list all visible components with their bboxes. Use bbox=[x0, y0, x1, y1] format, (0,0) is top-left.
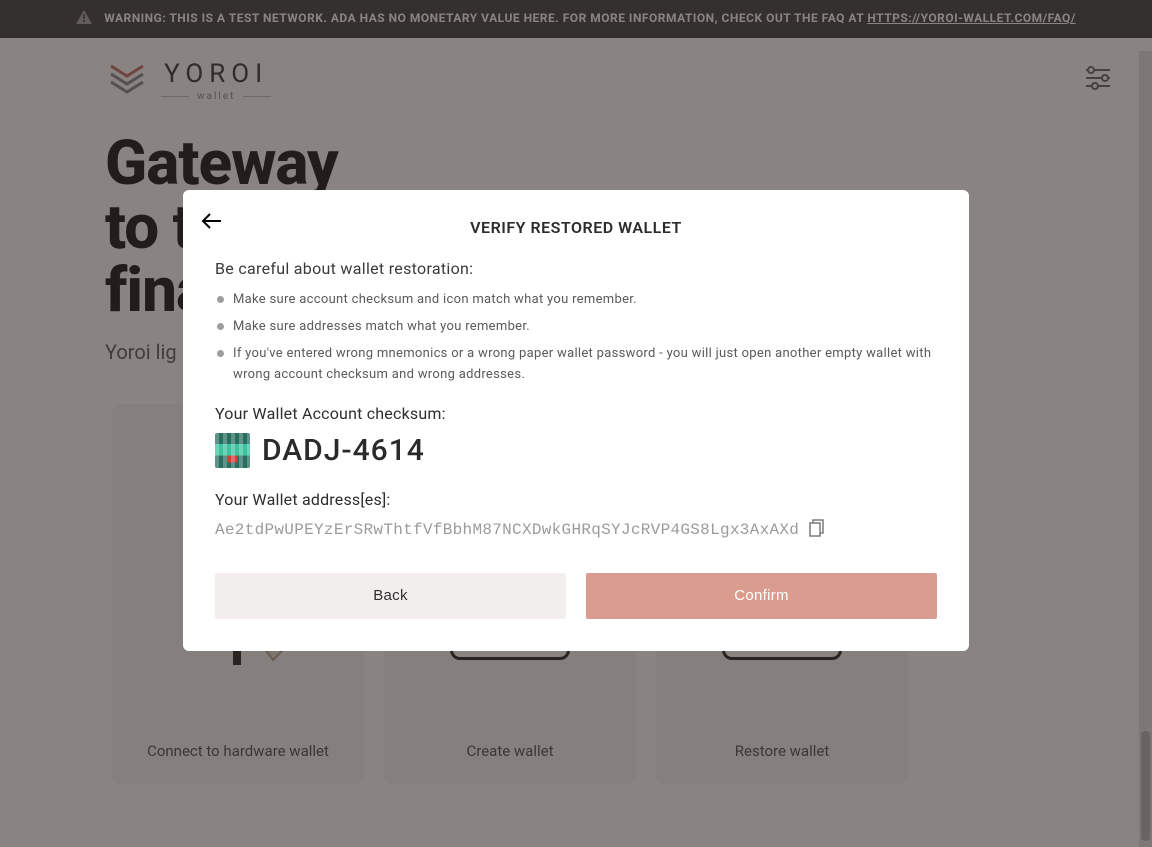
caution-bullets: Make sure account checksum and icon matc… bbox=[215, 290, 937, 385]
wallet-address: Ae2tdPwUPEYzErSRwThtfVfBbhM87NCXDwkGHRqS… bbox=[215, 521, 799, 539]
checksum-value: DADJ-4614 bbox=[262, 433, 425, 468]
modal-button-row: Back Confirm bbox=[215, 573, 937, 619]
addresses-label: Your Wallet address[es]: bbox=[215, 490, 937, 509]
checksum-row: DADJ-4614 bbox=[215, 433, 937, 468]
address-row: Ae2tdPwUPEYzErSRwThtfVfBbhM87NCXDwkGHRqS… bbox=[215, 519, 937, 541]
modal-overlay: VERIFY RESTORED WALLET Be careful about … bbox=[0, 0, 1152, 847]
caution-bullet: Make sure addresses match what you remem… bbox=[215, 317, 937, 338]
checksum-identicon-icon bbox=[215, 433, 250, 468]
caution-bullet: Make sure account checksum and icon matc… bbox=[215, 290, 937, 311]
copy-icon[interactable] bbox=[809, 519, 825, 541]
back-button[interactable]: Back bbox=[215, 573, 566, 619]
caution-heading: Be careful about wallet restoration: bbox=[215, 259, 937, 278]
caution-bullet: If you've entered wrong mnemonics or a w… bbox=[215, 344, 937, 386]
checksum-label: Your Wallet Account checksum: bbox=[215, 404, 937, 423]
back-arrow-icon[interactable] bbox=[201, 212, 223, 234]
modal-title: VERIFY RESTORED WALLET bbox=[215, 218, 937, 237]
verify-wallet-modal: VERIFY RESTORED WALLET Be careful about … bbox=[183, 190, 969, 650]
confirm-button[interactable]: Confirm bbox=[586, 573, 937, 619]
